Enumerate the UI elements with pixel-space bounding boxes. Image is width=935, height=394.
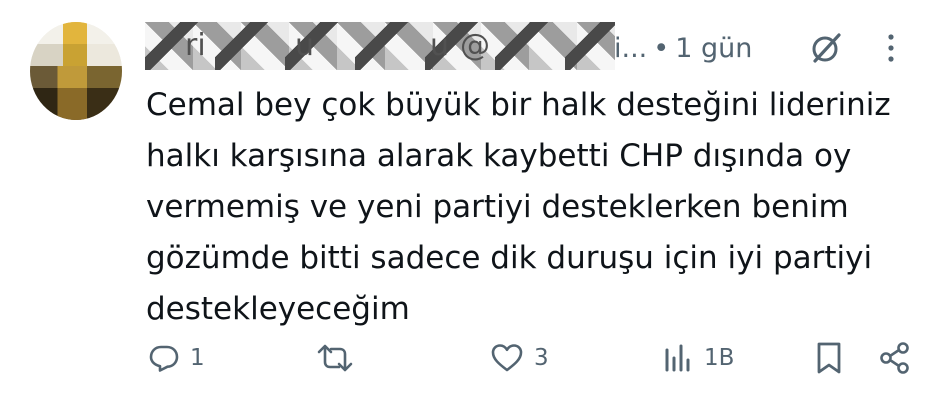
blurred-name-fragment: @ bbox=[460, 28, 490, 63]
meta-separator: • bbox=[653, 32, 670, 64]
header-icons bbox=[808, 26, 898, 70]
like-count: 3 bbox=[534, 345, 549, 371]
avatar[interactable] bbox=[30, 22, 122, 120]
blurred-name-fragment: ri bbox=[185, 28, 206, 63]
reply-count: 1 bbox=[190, 345, 205, 371]
avatar-pixel-row bbox=[30, 44, 122, 66]
more-icon[interactable] bbox=[884, 31, 898, 65]
blurred-name-fragment: u bbox=[295, 28, 315, 63]
views-icon bbox=[662, 342, 694, 374]
timestamp[interactable]: 1 gün bbox=[675, 33, 752, 64]
avatar-pixel-row bbox=[30, 88, 122, 120]
retweet-icon bbox=[316, 342, 354, 374]
avatar-pixel-row bbox=[30, 66, 122, 88]
grok-icon[interactable] bbox=[808, 30, 844, 66]
tweet-meta: i... • 1 gün bbox=[614, 26, 752, 70]
views-button[interactable]: 1B bbox=[662, 332, 734, 384]
share-button[interactable] bbox=[878, 332, 912, 384]
views-count: 1B bbox=[704, 345, 735, 371]
blurred-name-fragment: u bbox=[430, 28, 450, 63]
like-button[interactable]: 3 bbox=[490, 332, 549, 384]
action-bar: 1 3 1B bbox=[0, 332, 935, 384]
bookmark-button[interactable] bbox=[814, 332, 844, 384]
blurred-author-name[interactable]: ri u u @ bbox=[145, 22, 615, 70]
handle-suffix: i... bbox=[614, 32, 648, 64]
like-icon bbox=[490, 342, 524, 374]
reply-icon bbox=[148, 342, 180, 374]
avatar-pixel-row bbox=[30, 22, 122, 44]
reply-button[interactable]: 1 bbox=[148, 332, 205, 384]
retweet-button[interactable] bbox=[316, 332, 364, 384]
bookmark-icon bbox=[814, 341, 844, 375]
tweet-text: Cemal bey çok büyük bir halk desteğini l… bbox=[146, 87, 891, 327]
share-icon bbox=[878, 341, 912, 375]
